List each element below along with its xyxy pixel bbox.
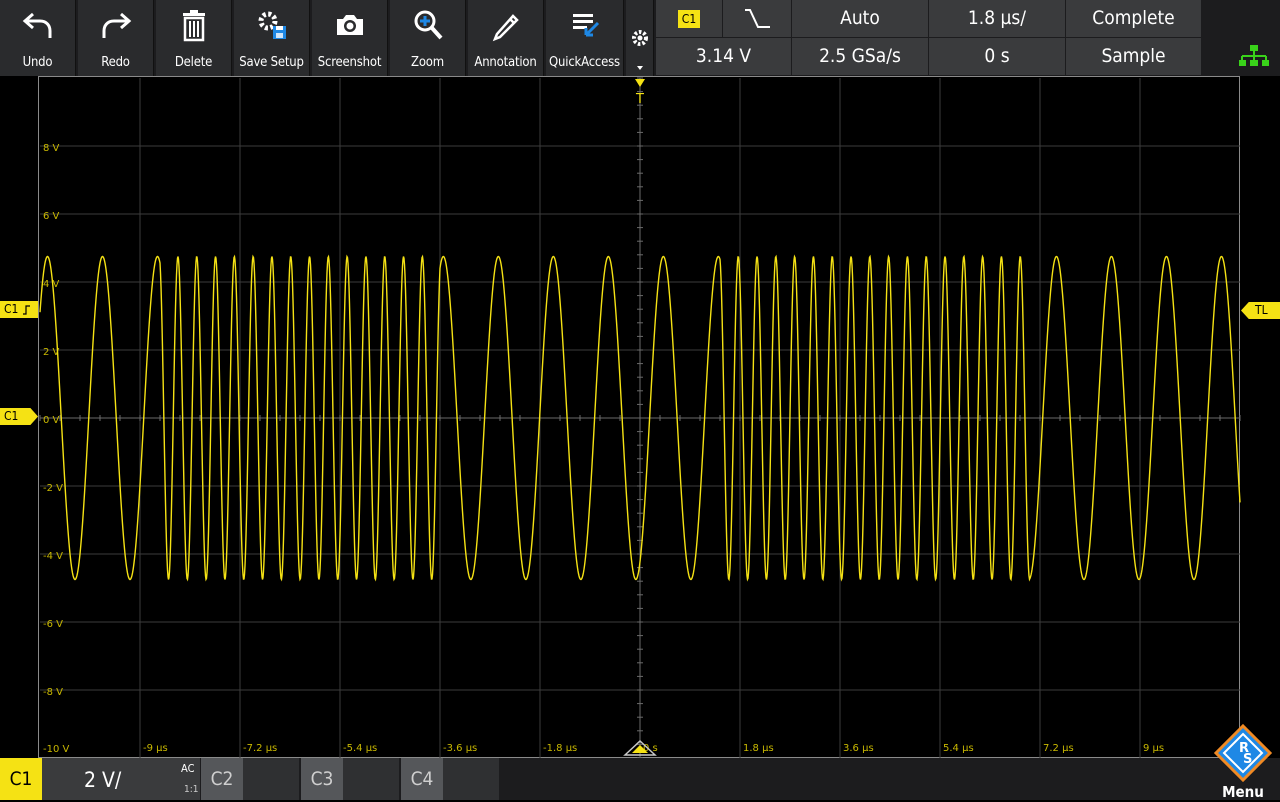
sample-rate-field[interactable]: 2.5 GSa/s	[792, 38, 928, 75]
voltage-tick-label: -10 V	[43, 744, 70, 755]
menu-label: Menu	[1222, 783, 1264, 801]
channel-4-name: C4	[401, 758, 443, 800]
menu-button[interactable]: R S Menu	[1206, 722, 1280, 801]
time-tick-label: -7.2 µs	[243, 743, 277, 754]
voltage-tick-label: -4 V	[43, 551, 63, 562]
voltage-tick-label: 8 V	[43, 143, 60, 154]
channel-1-probe: 1:1	[184, 784, 199, 795]
redo-button[interactable]: Redo	[78, 0, 154, 76]
voltage-tick-label: 4 V	[43, 279, 60, 290]
waveform-canvas: 8 V6 V4 V2 V0 V-2 V-4 V-6 V-8 V-10 V -9 …	[39, 77, 1241, 759]
channel-1-coupling: AC	[181, 762, 195, 775]
gear-icon	[632, 30, 648, 70]
trash-icon	[182, 10, 205, 42]
trigger-slope-field[interactable]	[723, 0, 791, 37]
annotation-button[interactable]: Annotation	[468, 0, 544, 76]
rohde-schwarz-logo-icon: R S	[1213, 723, 1273, 783]
annotation-label: Annotation	[474, 55, 537, 70]
redo-icon	[102, 12, 131, 38]
channel-2-tab[interactable]: C2	[201, 758, 299, 800]
network-icon	[1239, 45, 1269, 66]
quickaccess-label: QuickAccess	[549, 55, 620, 70]
time-tick-label: -1.8 µs	[543, 743, 577, 754]
voltage-tick-label: 0 V	[43, 415, 60, 426]
time-tick-label: 5.4 µs	[943, 743, 974, 754]
channel-1-name: C1	[0, 758, 42, 800]
quick-access-icon	[572, 14, 599, 37]
channel-2-name: C2	[201, 758, 243, 800]
toolbar-settings-button[interactable]	[626, 0, 654, 76]
channel-4-tab[interactable]: C4	[401, 758, 499, 800]
pencil-icon	[492, 14, 519, 42]
trigger-level-marker[interactable]: TL	[1241, 302, 1280, 319]
trigger-edge-icon	[22, 304, 30, 315]
svg-text:S: S	[1243, 752, 1252, 767]
time-tick-label: -3.6 µs	[443, 743, 477, 754]
delete-label: Delete	[174, 55, 213, 70]
acquisition-mode-field[interactable]: Sample	[1066, 38, 1201, 75]
undo-label: Undo	[22, 55, 53, 70]
zoom-label: Zoom	[411, 55, 444, 70]
quickaccess-button[interactable]: QuickAccess	[546, 0, 624, 76]
trigger-marker-text: T	[635, 92, 644, 107]
channel-1-offset-marker[interactable]: C1	[0, 408, 38, 425]
voltage-tick-label: -2 V	[43, 483, 63, 494]
channel-1-trigger-marker[interactable]: C1	[0, 301, 38, 318]
channel-1-trigger-marker-label: C1	[4, 302, 19, 316]
voltage-tick-label: -8 V	[43, 687, 63, 698]
time-tick-label: 7.2 µs	[1043, 743, 1074, 754]
screenshot-button[interactable]: Screenshot	[312, 0, 388, 76]
time-axis-labels: -9 µs -7.2 µs -5.4 µs -3.6 µs -1.8 µs 0 s 1.8 …	[143, 743, 1164, 754]
trigger-source-badge: C1	[677, 9, 701, 28]
acquisition-status-field[interactable]: Complete	[1066, 0, 1201, 37]
trigger-mode-field[interactable]: Auto	[792, 0, 928, 37]
save-setup-button[interactable]: Save Setup	[234, 0, 310, 76]
channel-3-name: C3	[301, 758, 343, 800]
camera-icon	[336, 15, 363, 35]
time-tick-label: -9 µs	[143, 743, 168, 754]
waveform-display[interactable]: 8 V6 V4 V2 V0 V -2 V -4 V -6 V -8 V -10 V -9 …	[38, 76, 1241, 759]
falling-edge-icon	[745, 9, 770, 28]
undo-icon	[22, 12, 51, 38]
toolbar: Undo Redo Delete Save Setup Screenshot Z…	[0, 0, 1280, 76]
trigger-source-field[interactable]: C1	[656, 0, 722, 37]
voltage-tick-label: 6 V	[43, 211, 60, 222]
time-tick-label: 1.8 µs	[743, 743, 774, 754]
channel-3-tab[interactable]: C3	[301, 758, 399, 800]
save-setup-label: Save Setup	[239, 55, 304, 70]
time-tick-label: 3.6 µs	[843, 743, 874, 754]
undo-button[interactable]: Undo	[0, 0, 76, 76]
time-tick-label: -5.4 µs	[343, 743, 377, 754]
channel-1-tab[interactable]: C1 2 V/ AC 1:1	[0, 758, 200, 800]
channel-1-scale: 2 V/	[84, 768, 122, 792]
zoom-icon	[414, 10, 442, 40]
redo-label: Redo	[101, 55, 130, 70]
time-position-field[interactable]: 0 s	[929, 38, 1065, 75]
time-tick-label: 9 µs	[1143, 743, 1164, 754]
trigger-level-field[interactable]: 3.14 V	[656, 38, 791, 75]
delete-button[interactable]: Delete	[156, 0, 232, 76]
time-scale-field[interactable]: 1.8 µs/	[929, 0, 1065, 37]
voltage-tick-label: -6 V	[43, 619, 63, 630]
trigger-level-marker-label: TL	[1255, 303, 1268, 317]
voltage-axis-labels: 8 V6 V4 V2 V0 V-2 V-4 V-6 V-8 V-10 V	[43, 143, 70, 755]
save-setup-icon	[258, 11, 286, 39]
screenshot-label: Screenshot	[317, 55, 382, 70]
channel-bar: C1 2 V/ AC 1:1 C2 C3 C4	[0, 758, 1280, 800]
channel-1-offset-marker-label: C1	[4, 409, 19, 423]
zoom-button[interactable]: Zoom	[390, 0, 466, 76]
trigger-position-marker[interactable]: T	[635, 79, 645, 107]
